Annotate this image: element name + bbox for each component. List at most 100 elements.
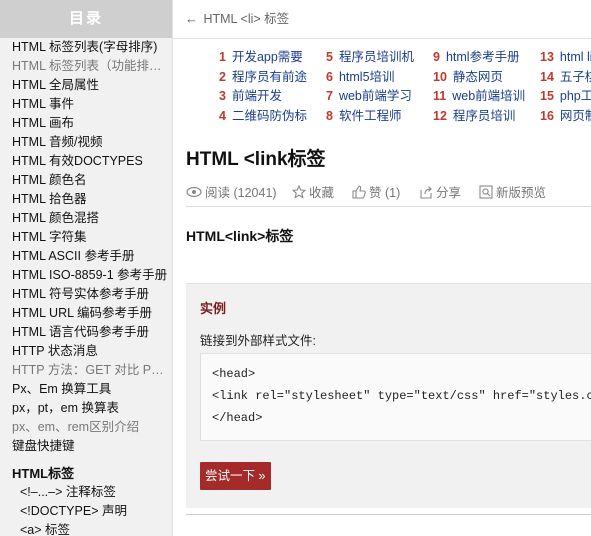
preview-icon (479, 184, 493, 199)
ad-link[interactable]: 6 html5培训 (326, 68, 414, 88)
ad-text[interactable]: html5培训 (339, 70, 395, 84)
sidebar-nav-subitem[interactable]: <!–...–> 注释标签 (0, 483, 172, 502)
ad-link[interactable]: 5 程序员培训机 (326, 48, 414, 68)
share-button[interactable]: 分享 (419, 182, 461, 201)
sidebar-nav-item[interactable]: px，pt，em 换算表 (0, 399, 172, 418)
ad-column: 5 程序员培训机 6 html5培训 7 web前端学习 8 软件工程师 (326, 48, 414, 126)
sidebar-nav-item[interactable]: HTML 事件 (0, 95, 172, 114)
ad-text[interactable]: web前端培训 (452, 89, 525, 103)
ad-column: 1 开发app需要 2 程序员有前途 3 前端开发 4 二维码防伪标 (219, 48, 307, 126)
ad-link[interactable]: 4 二维码防伪标 (219, 107, 307, 127)
sidebar-nav-item[interactable]: HTML 符号实体参考手册 (0, 285, 172, 304)
ad-number: 9 (433, 50, 440, 64)
example-label: 实例 (200, 301, 227, 316)
ad-text[interactable]: 前端开发 (232, 89, 282, 103)
ad-number: 2 (219, 69, 226, 84)
ad-text[interactable]: html lin (560, 50, 591, 64)
ad-text[interactable]: html参考手册 (446, 50, 520, 64)
ad-link[interactable]: 12 程序员培训 (433, 107, 525, 127)
divider (186, 514, 591, 515)
ad-link[interactable]: 9 html参考手册 (433, 48, 525, 68)
sidebar-section-title: HTML标签 (12, 466, 75, 481)
ad-text[interactable]: 软件工程师 (339, 109, 402, 123)
section-heading: HTML<link>标签 (186, 228, 294, 244)
sidebar-nav-item[interactable]: HTML 有效DOCTYPES (0, 152, 172, 171)
sidebar-nav-item[interactable]: HTML 颜色名 (0, 171, 172, 190)
ad-number: 8 (326, 108, 333, 123)
example-box: 实例 链接到外部样式文件: <head> <link rel="styleshe… (186, 283, 591, 508)
ad-link[interactable]: 1 开发app需要 (219, 48, 307, 68)
breadcrumb[interactable]: ← HTML <li> 标签 (173, 0, 591, 39)
sidebar-heading: 目录 (0, 0, 172, 38)
ad-text[interactable]: 程序员有前途 (232, 70, 307, 84)
ad-link[interactable]: 15 php工 (540, 87, 591, 107)
divider (186, 206, 591, 207)
try-it-button[interactable]: 尝试一下 » (200, 462, 272, 490)
main-content: ← HTML <li> 标签 1 开发app需要 2 程序员有前途 3 前端开发 4 二维码防… (173, 0, 591, 536)
code-line: </head> (212, 411, 263, 425)
sidebar-nav-item[interactable]: Px、Em 换算工具 (0, 380, 172, 399)
ad-link[interactable]: 8 软件工程师 (326, 107, 414, 127)
sidebar-nav-list: HTML 标签列表(字母排序) HTML 标签列表（功能排序） HTML 全局属性 H… (0, 38, 172, 456)
ad-number: 4 (219, 108, 226, 123)
ad-text[interactable]: 程序员培训机 (339, 50, 414, 64)
ad-number: 7 (326, 89, 333, 103)
sidebar-nav-item[interactable]: HTTP 方法：GET 对比 POST (0, 361, 172, 380)
ad-link[interactable]: 3 前端开发 (219, 87, 307, 107)
ad-number: 15 (540, 89, 554, 103)
ad-column: 9 html参考手册 10 静态网页 11 web前端培训 12 程序员培训 (433, 48, 525, 126)
sidebar-nav-item[interactable]: HTML 字符集 (0, 228, 172, 247)
ad-text[interactable]: 五子棋 (560, 70, 591, 84)
code-line: <link rel="stylesheet" type="text/css" h… (212, 389, 591, 403)
favorite-button[interactable]: 收藏 (292, 182, 334, 201)
ad-number: 13 (540, 50, 554, 64)
sidebar-nav-item[interactable]: HTTP 状态消息 (0, 342, 172, 361)
sidebar-nav-item[interactable]: 键盘快捷键 (0, 437, 172, 456)
ad-text[interactable]: 程序员培训 (453, 109, 516, 123)
ad-number: 5 (326, 50, 333, 64)
ad-link[interactable]: 2 程序员有前途 (219, 68, 307, 88)
sidebar-nav-item[interactable]: HTML 拾色器 (0, 190, 172, 209)
sidebar-nav-item[interactable]: HTML 颜色混搭 (0, 209, 172, 228)
ad-text[interactable]: 静态网页 (453, 70, 503, 84)
sidebar-nav-item[interactable]: HTML 标签列表(字母排序) (0, 38, 172, 57)
sidebar-nav-subitem[interactable]: <a> 标签 (0, 521, 172, 536)
ad-link[interactable]: 11 web前端培训 (433, 87, 525, 107)
sidebar-nav-subitem[interactable]: <!DOCTYPE> 声明 (0, 502, 172, 521)
ad-number: 12 (433, 108, 447, 123)
ad-number: 16 (540, 108, 554, 123)
ad-link[interactable]: 14 五子棋 (540, 68, 591, 88)
ad-link[interactable]: 10 静态网页 (433, 68, 525, 88)
sidebar-sub-list: <!–...–> 注释标签 <!DOCTYPE> 声明 <a> 标签 (0, 483, 172, 536)
sidebar-nav-item[interactable]: px、em、rem区别介绍 (0, 418, 172, 437)
sidebar-nav-item[interactable]: HTML 画布 (0, 114, 172, 133)
star-icon (292, 184, 306, 199)
new-preview-button[interactable]: 新版预览 (479, 182, 546, 201)
back-arrow-icon[interactable]: ← (185, 11, 198, 26)
sidebar-nav-item[interactable]: HTML ISO-8859-1 参考手册 (0, 266, 172, 285)
ad-text[interactable]: 网页制 (560, 109, 591, 123)
share-icon (420, 185, 432, 199)
ad-number: 1 (219, 50, 226, 64)
article-meta-bar: 阅读 (12041) 收藏 赞 (1) 分享 新版预览 (186, 182, 586, 206)
ad-text[interactable]: php工 (560, 89, 591, 103)
like-button[interactable]: 赞 (1) (352, 182, 400, 201)
sidebar: 目录 HTML 标签列表(字母排序) HTML 标签列表（功能排序） HTML 全局… (0, 0, 173, 536)
ad-number: 10 (433, 69, 447, 84)
ad-link[interactable]: 16 网页制 (540, 107, 591, 127)
ad-link[interactable]: 13 html lin (540, 48, 591, 68)
sidebar-nav-item[interactable]: HTML 全局属性 (0, 76, 172, 95)
ad-link[interactable]: 7 web前端学习 (326, 87, 414, 107)
ad-text[interactable]: 二维码防伪标 (232, 109, 307, 123)
page-title: HTML <link标签 (186, 149, 326, 170)
sidebar-nav-item[interactable]: HTML 语言代码参考手册 (0, 323, 172, 342)
ad-column: 13 html lin 14 五子棋 15 php工 16 网页制 (540, 48, 591, 126)
ad-number: 11 (433, 89, 447, 103)
sidebar-nav-item[interactable]: HTML 标签列表（功能排序） (0, 57, 172, 76)
ad-text[interactable]: web前端学习 (339, 89, 412, 103)
ad-text[interactable]: 开发app需要 (232, 50, 303, 64)
sidebar-nav-item[interactable]: HTML ASCII 参考手册 (0, 247, 172, 266)
sidebar-nav-item[interactable]: HTML URL 编码参考手册 (0, 304, 172, 323)
breadcrumb-link[interactable]: HTML <li> 标签 (203, 12, 289, 26)
sidebar-nav-item[interactable]: HTML 音频/视频 (0, 133, 172, 152)
